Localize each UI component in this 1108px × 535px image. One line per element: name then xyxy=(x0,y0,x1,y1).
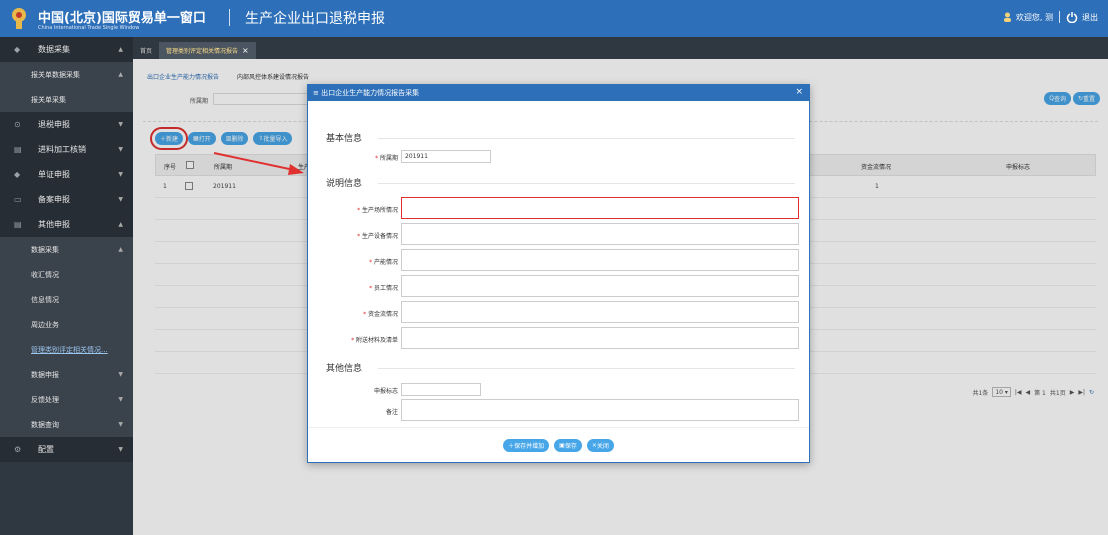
gear-icon: ⚙ xyxy=(14,445,22,454)
chevron-up-icon: ▲ xyxy=(118,46,123,53)
app-title: 生产企业出口退税申报 xyxy=(245,11,385,27)
chevron-up-icon: ▲ xyxy=(118,221,123,228)
save-button[interactable]: ▣ 保存 xyxy=(554,439,582,452)
sidebar-item-data-declare[interactable]: 数据申报 ▼ xyxy=(0,362,133,387)
sidebar-item-certificate[interactable]: ◆ 单证申报 ▼ xyxy=(0,162,133,187)
brand-name: 中国(北京)国际贸易单一窗口 xyxy=(38,11,206,26)
declare-flag-label: 申报标志 xyxy=(373,388,398,395)
staff-textarea[interactable] xyxy=(401,275,799,297)
document-icon: ▤ xyxy=(14,220,22,229)
sidebar-item-info[interactable]: 信息情况 xyxy=(0,287,133,312)
chevron-down-icon: ▼ xyxy=(118,396,123,403)
production-equipment-label: * 生产设备情况 xyxy=(357,233,398,240)
sidebar-item-config[interactable]: ⚙ 配置 ▼ xyxy=(0,437,133,462)
customs-emblem-icon xyxy=(12,8,26,29)
sidebar-item-feedback[interactable]: 反馈处理 ▼ xyxy=(0,387,133,412)
circle-check-icon: ⊙ xyxy=(14,120,21,129)
close-icon[interactable]: × xyxy=(242,46,249,55)
section-basic-info: 基本信息 xyxy=(326,134,363,144)
capacity-textarea[interactable] xyxy=(401,249,799,271)
chevron-down-icon: ▼ xyxy=(118,371,123,378)
header-divider xyxy=(1059,11,1060,23)
capital-flow-textarea[interactable] xyxy=(401,301,799,323)
sidebar-item-filing[interactable]: ▭ 备案申报 ▼ xyxy=(0,187,133,212)
dialog-title: 出口企业生产能力情况报告采集 xyxy=(321,89,420,97)
attachments-textarea[interactable] xyxy=(401,327,799,349)
section-divider xyxy=(378,183,795,184)
chevron-down-icon: ▼ xyxy=(118,146,123,153)
chevron-down-icon: ▼ xyxy=(118,446,123,453)
title-divider xyxy=(229,9,230,26)
user-icon xyxy=(1003,12,1011,22)
sidebar-item-data-collection[interactable]: ◆ 数据采集 ▲ xyxy=(0,37,133,62)
sidebar-item-management-category[interactable]: 管理类别评定相关情况... xyxy=(0,337,133,362)
chevron-down-icon: ▼ xyxy=(118,196,123,203)
report-collection-dialog: ≡ 出口企业生产能力情况报告采集 × 基本信息 * 所属期 201911 说明信… xyxy=(307,84,810,463)
capital-flow-label: * 资金流情况 xyxy=(363,311,398,318)
sidebar-item-declaration-form[interactable]: 报关单采集 xyxy=(0,87,133,112)
welcome-text: 欢迎您, 测 xyxy=(1015,12,1053,22)
chevron-down-icon: ▼ xyxy=(118,121,123,128)
sidebar-item-declaration-collection[interactable]: 报关单数据采集 ▲ xyxy=(0,62,133,87)
section-description: 说明信息 xyxy=(326,179,363,189)
tab-bar: 首页 管理类别评定相关情况报告 × xyxy=(133,37,1108,59)
document-icon: ▤ xyxy=(14,145,22,154)
section-divider xyxy=(378,138,795,139)
sidebar-item-other-collection[interactable]: 数据采集 ▲ xyxy=(0,237,133,262)
sidebar-item-receipt[interactable]: 收汇情况 xyxy=(0,262,133,287)
staff-label: * 员工情况 xyxy=(369,285,398,292)
sidebar-item-processing-trade[interactable]: ▤ 进料加工核销 ▼ xyxy=(0,137,133,162)
section-other-info: 其他信息 xyxy=(326,364,363,374)
top-header: 中国(北京)国际贸易单一窗口 China International Trade… xyxy=(0,0,1108,37)
close-icon[interactable]: × xyxy=(795,87,803,97)
declare-flag-field[interactable] xyxy=(401,383,481,396)
attachments-label: * 附送材料及清单 xyxy=(351,337,398,344)
close-button[interactable]: × 关闭 xyxy=(586,439,614,452)
period-label: * 所属期 xyxy=(375,155,398,162)
user-area: 欢迎您, 测 退出 xyxy=(1003,11,1098,23)
sidebar: ◆ 数据采集 ▲ 报关单数据采集 ▲ 报关单采集 ⊙ 退税申报 ▼ ▤ 进料加工核销 ▼ ◆ 单… xyxy=(0,37,133,535)
sidebar-item-tax-refund[interactable]: ⊙ 退税申报 ▼ xyxy=(0,112,133,137)
production-site-textarea[interactable] xyxy=(401,197,799,219)
stack-icon: ◆ xyxy=(14,45,21,54)
book-icon: ▭ xyxy=(14,195,22,204)
list-icon: ≡ xyxy=(313,89,322,97)
capacity-label: * 产能情况 xyxy=(369,259,398,266)
brand-subtitle: China International Trade Single Window xyxy=(38,25,140,31)
chevron-down-icon: ▼ xyxy=(118,171,123,178)
sidebar-item-peripheral[interactable]: 周边业务 xyxy=(0,312,133,337)
production-equipment-textarea[interactable] xyxy=(401,223,799,245)
chevron-up-icon: ▲ xyxy=(118,246,123,253)
stack-icon: ◆ xyxy=(14,170,21,179)
chevron-up-icon: ▲ xyxy=(118,71,123,78)
tab-management-category[interactable]: 管理类别评定相关情况报告 × xyxy=(159,42,256,59)
chevron-down-icon: ▼ xyxy=(118,421,123,428)
tab-home[interactable]: 首页 xyxy=(133,42,159,59)
period-field[interactable]: 201911 xyxy=(401,150,491,163)
tab-label: 管理类别评定相关情况报告 xyxy=(166,48,239,55)
dialog-header: ≡ 出口企业生产能力情况报告采集 × xyxy=(308,85,809,101)
remark-textarea[interactable] xyxy=(401,399,799,421)
sidebar-item-other[interactable]: ▤ 其他申报 ▲ xyxy=(0,212,133,237)
logout-link[interactable]: 退出 xyxy=(1082,12,1098,23)
red-arrow-annotation xyxy=(213,152,304,175)
production-site-label: * 生产场所情况 xyxy=(357,207,398,214)
save-and-add-button[interactable]: ＋保存并增加 xyxy=(503,439,550,452)
section-divider xyxy=(378,368,795,369)
power-icon[interactable] xyxy=(1066,11,1078,23)
dialog-footer: ＋保存并增加 ▣ 保存 × 关闭 xyxy=(308,427,809,463)
sidebar-item-query[interactable]: 数据查询 ▼ xyxy=(0,412,133,437)
remark-label: 备注 xyxy=(385,409,398,416)
